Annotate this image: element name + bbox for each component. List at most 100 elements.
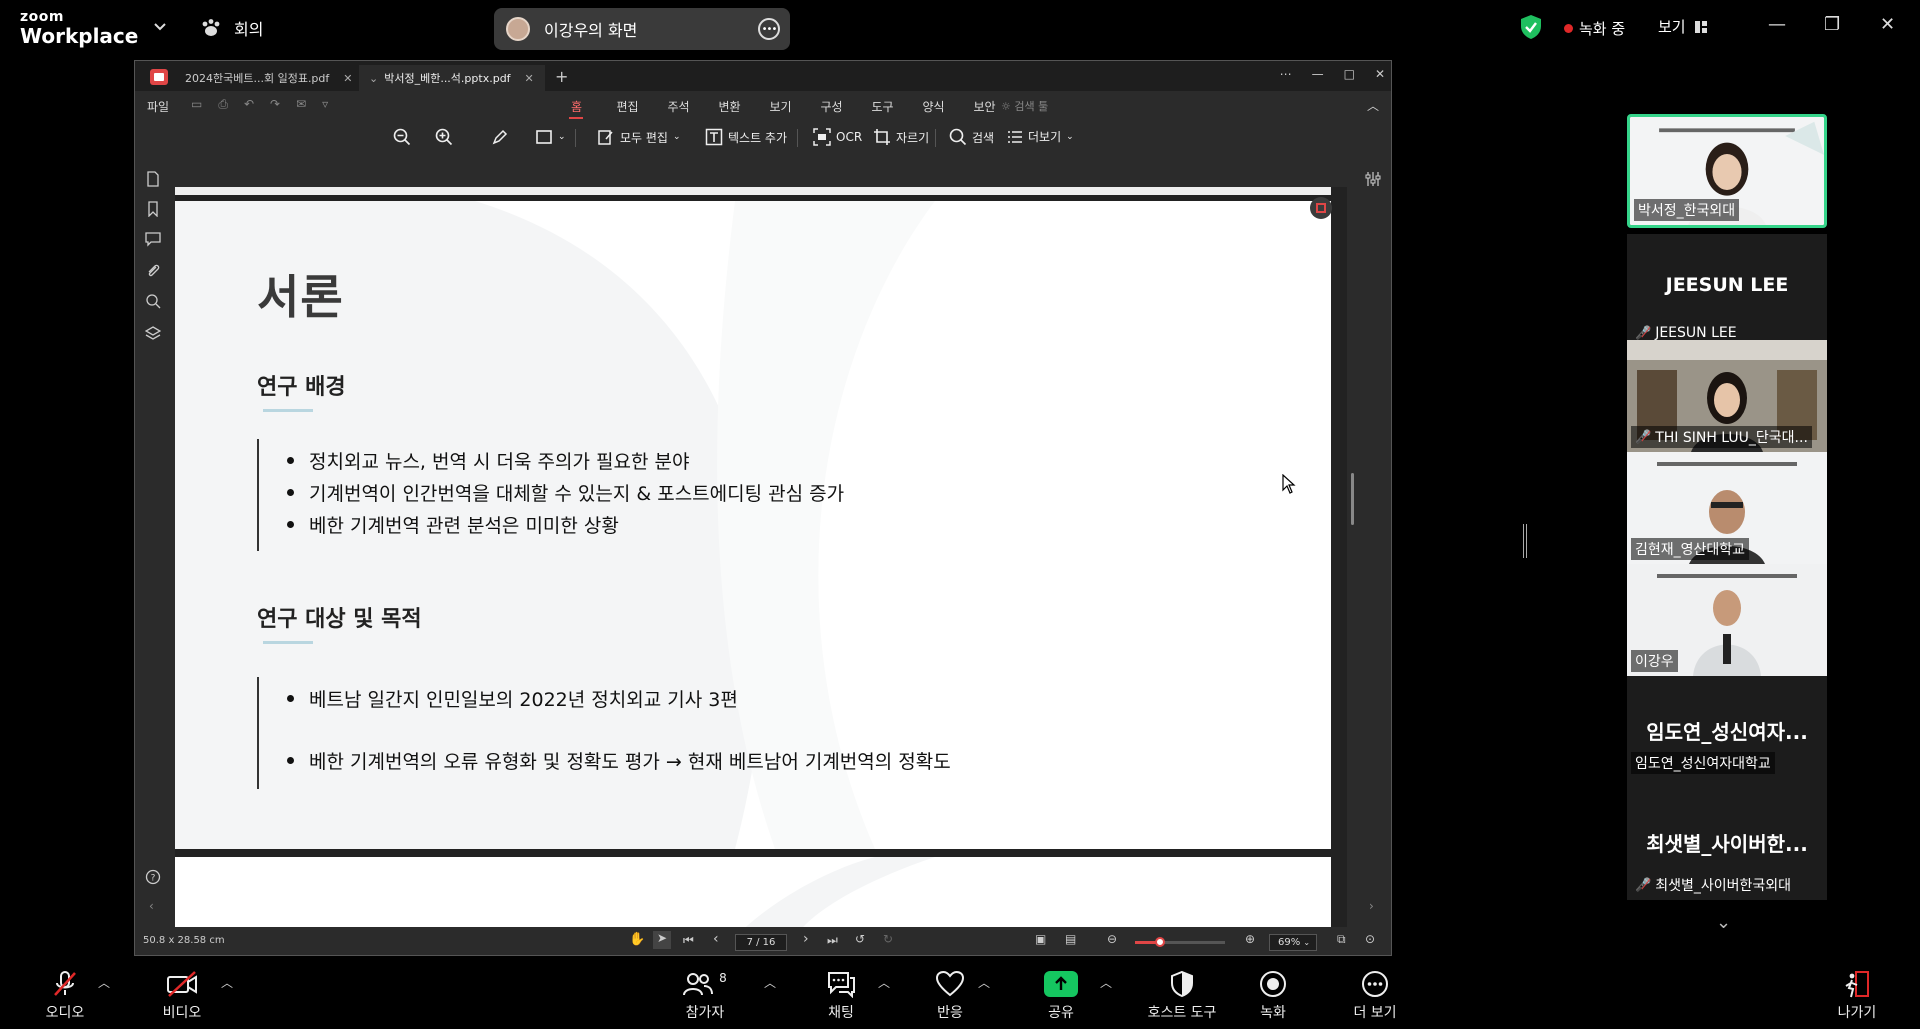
redo-icon[interactable]: ↷ <box>270 97 280 112</box>
video-options-caret-icon[interactable]: ︿ <box>221 974 233 991</box>
more-tools-button[interactable]: 더보기 ⌄ <box>1007 128 1074 145</box>
shape-button[interactable]: ⌄ <box>535 128 566 146</box>
tab-convert[interactable]: 변환 <box>704 98 755 115</box>
previous-page-icon[interactable]: ‹ <box>713 931 719 947</box>
help-icon[interactable]: ? <box>145 869 161 885</box>
mail-icon[interactable]: ✉ <box>296 97 306 112</box>
tab-home[interactable]: 홈 <box>551 98 602 115</box>
share-indicator[interactable]: 이강우의 화면 ••• <box>494 8 790 50</box>
search-tools[interactable]: ☼ 검색 툴 <box>1001 98 1048 114</box>
chat-button[interactable]: 채팅 <box>796 968 886 1022</box>
tab-document-2[interactable]: ⌄ 박서정_베한...석.pptx.pdf ✕ <box>359 65 545 91</box>
page-marker-icon[interactable] <box>1310 197 1332 219</box>
participants-button[interactable]: 8 참가자 <box>660 968 750 1022</box>
recording-indicator[interactable]: 녹화 중 <box>1564 18 1625 39</box>
search-button[interactable]: 검색 <box>949 128 994 146</box>
print-icon[interactable]: ⎙ <box>218 97 228 112</box>
close-tab-icon[interactable]: ✕ <box>525 72 534 85</box>
layers-icon[interactable] <box>145 325 161 341</box>
panel-resize-handle[interactable] <box>1523 524 1527 558</box>
participant-tile[interactable]: 임도연_성신여자... 임도연_성신여자대학교 <box>1627 676 1827 788</box>
close-icon[interactable]: ✕ <box>1375 67 1385 81</box>
tab-edit[interactable]: 편집 <box>602 98 653 115</box>
more-button[interactable]: 더 보기 <box>1330 968 1420 1022</box>
page-number-input[interactable]: 7 / 16 <box>735 934 787 951</box>
fit-page-icon[interactable]: ▣ <box>1035 932 1046 946</box>
ocr-button[interactable]: OCR <box>813 128 862 146</box>
last-page-icon[interactable]: ⏭ <box>827 933 838 948</box>
more-options-icon[interactable]: ••• <box>758 18 780 40</box>
react-options-caret-icon[interactable]: ︿ <box>978 974 990 991</box>
fullscreen-icon[interactable]: ⧉ <box>1337 932 1346 947</box>
undo-icon[interactable]: ↶ <box>244 97 254 112</box>
zoom-slider[interactable] <box>1135 937 1225 947</box>
select-tool-icon[interactable]: ➤ <box>653 931 671 949</box>
edit-all-button[interactable]: 모두 편집 ⌄ <box>597 128 681 146</box>
share-button[interactable]: 공유 <box>1016 968 1106 1022</box>
first-page-icon[interactable]: ⏮ <box>683 933 694 948</box>
tab-tools[interactable]: 도구 <box>857 98 908 115</box>
share-options-caret-icon[interactable]: ︿ <box>1100 974 1112 991</box>
add-text-button[interactable]: 텍스트 추가 <box>705 128 787 146</box>
scroll-down-chevron-icon[interactable]: ⌄ <box>1716 912 1731 933</box>
more-icon[interactable]: ⋯ <box>1280 67 1292 81</box>
hand-tool-icon[interactable]: ✋ <box>629 932 645 947</box>
document-viewport[interactable]: 서론 연구 배경 정치외교 뉴스, 번역 시 더욱 주의가 필요한 분야 기계번… <box>175 187 1347 937</box>
audio-button[interactable]: 오디오 <box>20 968 110 1022</box>
zoom-in-small-icon[interactable]: ⊕ <box>1245 932 1255 946</box>
participant-tile[interactable]: 이강우 <box>1627 564 1827 676</box>
minimize-icon[interactable]: — <box>1312 67 1324 81</box>
chat-options-caret-icon[interactable]: ︿ <box>878 974 890 991</box>
restore-button[interactable]: ❐ <box>1824 14 1840 35</box>
next-page-icon[interactable]: › <box>803 931 809 947</box>
video-button[interactable]: 비디오 <box>137 968 227 1022</box>
comment-icon[interactable] <box>145 231 161 247</box>
close-button[interactable]: ✕ <box>1880 14 1895 35</box>
rotate-icon[interactable]: ↺ <box>855 932 865 946</box>
participant-tile[interactable]: 최샛별_사이버한... 🎤̸ 최샛별_사이버한국외대 <box>1627 788 1827 900</box>
zoom-out-small-icon[interactable]: ⊖ <box>1107 932 1117 946</box>
customize-icon[interactable]: ▿ <box>322 97 328 112</box>
participant-tile[interactable]: 김현재_영산대학교 <box>1627 452 1827 564</box>
scroll-thumb[interactable] <box>1351 473 1354 525</box>
save-icon[interactable]: ▭ <box>191 97 202 112</box>
view-button[interactable]: 보기 <box>1658 16 1708 37</box>
highlight-button[interactable] <box>491 128 509 146</box>
crop-button[interactable]: 자르기 <box>873 128 929 146</box>
rotate-right-icon[interactable]: ↻ <box>883 932 893 946</box>
participant-tile[interactable]: 🎤̸ THI SINH LUU_단국대... <box>1627 340 1827 452</box>
meeting-menu[interactable]: 회의 <box>200 16 263 40</box>
minimize-button[interactable]: — <box>1768 14 1786 35</box>
tab-organize[interactable]: 구성 <box>806 98 857 115</box>
expand-right-icon[interactable]: › <box>1369 899 1374 913</box>
tab-view[interactable]: 보기 <box>755 98 806 115</box>
zoom-in-button[interactable] <box>435 128 453 146</box>
record-button[interactable]: 녹화 <box>1228 968 1318 1022</box>
page-layout-icon[interactable]: ▤ <box>1065 932 1076 946</box>
collapse-left-icon[interactable]: ‹ <box>149 899 154 913</box>
search-icon[interactable] <box>145 293 161 309</box>
security-shield-icon[interactable] <box>1520 14 1542 40</box>
vertical-scrollbar[interactable] <box>1347 187 1357 937</box>
collapse-ribbon-icon[interactable]: ︿ <box>1367 97 1379 114</box>
bookmark-icon[interactable] <box>145 201 161 217</box>
leave-button[interactable]: 나가기 <box>1812 968 1902 1022</box>
host-tools-button[interactable]: 호스트 도구 <box>1127 968 1237 1022</box>
chevron-down-icon[interactable] <box>152 18 168 34</box>
participants-options-caret-icon[interactable]: ︿ <box>764 974 776 991</box>
tab-forms[interactable]: 양식 <box>908 98 959 115</box>
settings-circle-icon[interactable]: ⊙ <box>1365 932 1375 946</box>
attachment-icon[interactable] <box>145 263 161 279</box>
zoom-level-select[interactable]: 69% ⌄ <box>1269 934 1317 951</box>
participant-tile[interactable]: 박서정_한국외대 <box>1627 114 1827 228</box>
tab-document-1[interactable]: 2024한국베트...회 일정표.pdf ✕ <box>175 65 355 91</box>
audio-options-caret-icon[interactable]: ︿ <box>98 974 110 991</box>
new-tab-icon[interactable]: + <box>555 67 568 86</box>
zoom-slider-knob[interactable] <box>1155 937 1166 947</box>
zoom-out-button[interactable] <box>393 128 411 146</box>
participant-tile[interactable]: JEESUN LEE 🎤̸ JEESUN LEE <box>1627 234 1827 346</box>
maximize-icon[interactable]: □ <box>1344 67 1355 81</box>
settings-sliders-icon[interactable] <box>1365 171 1381 187</box>
tab-annotate[interactable]: 주석 <box>653 98 704 115</box>
page-thumbnail-icon[interactable] <box>145 171 161 187</box>
